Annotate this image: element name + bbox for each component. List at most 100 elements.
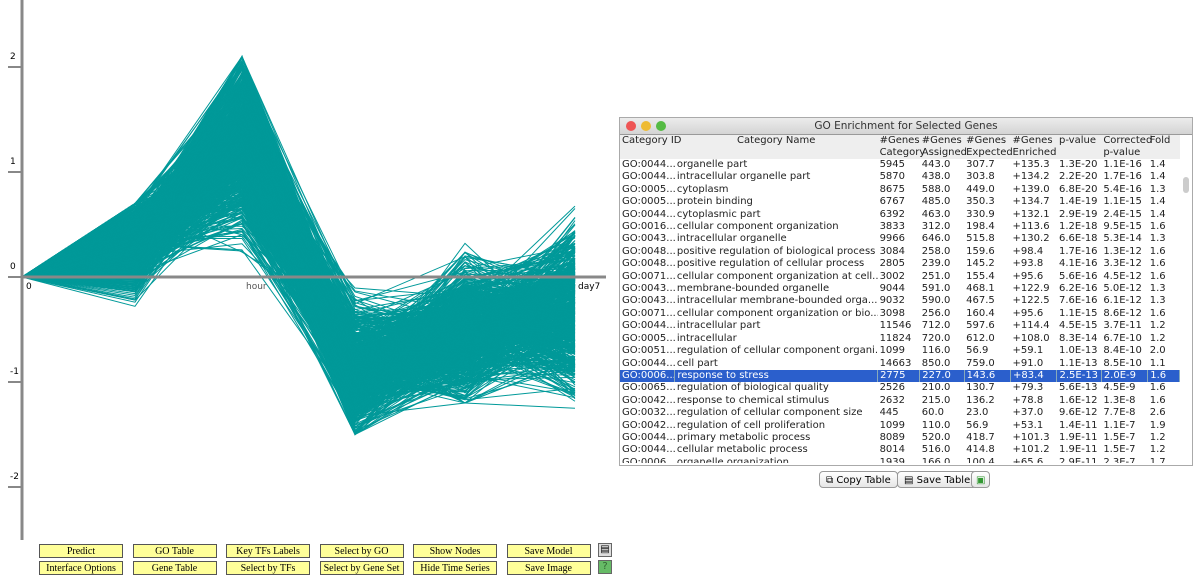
table-cell: 414.8	[966, 444, 995, 456]
scrollbar[interactable]	[1183, 177, 1189, 193]
column-header[interactable]: p-value	[1101, 147, 1148, 159]
column-header[interactable]: Expected	[964, 147, 1013, 159]
table-row[interactable]: GO:0044... intracellular part 11546 712.0 59…	[620, 320, 1180, 332]
minimize-icon[interactable]	[641, 121, 651, 131]
close-icon[interactable]	[626, 121, 636, 131]
table-cell: 515.8	[966, 233, 995, 245]
save-icon[interactable]: ▤	[598, 543, 612, 557]
table-cell: 1.2	[1149, 320, 1166, 332]
table-cell: 215.0	[921, 394, 951, 406]
table-cell: GO:0071...	[622, 270, 675, 282]
table-row[interactable]: GO:0043... intracellular organelle 9966 646…	[620, 233, 1180, 245]
column-header[interactable]	[674, 147, 878, 159]
table-row[interactable]: GO:0042... regulation of cell proliferati…	[620, 420, 1180, 432]
table-row[interactable]: GO:0044... organelle part 5945 443.0 307.7 +1…	[620, 159, 1180, 171]
column-header[interactable]: Enriched	[1010, 147, 1057, 159]
table-cell: 258.0	[921, 245, 951, 257]
table-cell: 3833	[879, 221, 906, 233]
table-cell: GO:0044...	[622, 320, 675, 332]
table-cell: protein binding	[676, 196, 753, 208]
table-cell: 1.9	[1149, 419, 1166, 431]
table-row[interactable]: GO:0005... cytoplasm 8675 588.0 449.0 +139.0 6…	[620, 184, 1180, 196]
column-header[interactable]: Fold	[1147, 135, 1180, 147]
column-header[interactable]: Assigned	[919, 147, 967, 159]
table-cell: 646.0	[921, 233, 951, 245]
help-icon[interactable]: ?	[598, 560, 612, 574]
table-cell: regulation of biological quality	[676, 382, 829, 394]
interface-options-button[interactable]: Interface Options	[39, 561, 123, 575]
table-cell: 256.0	[921, 307, 951, 319]
table-row[interactable]: GO:0044... intracellular organelle part 58…	[620, 171, 1180, 183]
table-row[interactable]: GO:0048... positive regulation of cellula…	[620, 258, 1180, 270]
column-header[interactable]	[620, 147, 675, 159]
table-row[interactable]: GO:0042... response to chemical stimulus 2…	[620, 395, 1180, 407]
table-cell: 307.7	[966, 159, 995, 170]
go-table-button[interactable]: GO Table	[132, 544, 217, 558]
table-cell: +59.1	[1012, 345, 1044, 357]
table-cell: GO:0016...	[622, 221, 675, 233]
table-cell: 1.2E-18	[1058, 221, 1098, 233]
table-cell: +101.3	[1012, 431, 1050, 443]
column-header[interactable]: Corrected	[1101, 135, 1152, 147]
table-cell: intracellular membrane-bounded orga...	[676, 295, 878, 307]
copy-table-button[interactable]: ⧉ Copy Table	[819, 471, 898, 488]
table-cell: intracellular organelle	[676, 233, 787, 245]
zoom-icon[interactable]	[656, 121, 666, 131]
table-row[interactable]: GO:0044... primary metabolic process 8089 5…	[620, 432, 1180, 444]
table-row[interactable]: GO:0043... intracellular membrane-bounded…	[620, 295, 1180, 307]
column-header[interactable]: #Genes	[1010, 135, 1057, 147]
table-row[interactable]: GO:0048... positive regulation of biologi…	[620, 246, 1180, 258]
table-cell: primary metabolic process	[676, 431, 811, 443]
select-by-go-button[interactable]: Select by GO	[319, 544, 404, 558]
table-row[interactable]: GO:0016... cellular component organizatio…	[620, 221, 1180, 233]
title-bar: GO Enrichment for Selected Genes	[620, 118, 1192, 135]
save-model-button[interactable]: Save Model	[506, 544, 591, 558]
table-row[interactable]: GO:0065... regulation of biological quali…	[620, 382, 1180, 394]
show-nodes-button[interactable]: Show Nodes	[413, 544, 497, 558]
column-header[interactable]	[1147, 147, 1180, 159]
table-cell: 4.5E-15	[1058, 320, 1098, 332]
table-cell: 312.0	[921, 221, 951, 233]
table-cell: 8675	[879, 183, 906, 195]
go-table: Category ID Category Name #Genes #Genes #Gen…	[620, 135, 1180, 463]
column-header[interactable]: p-value	[1056, 135, 1102, 147]
table-row[interactable]: GO:0044... cell part 14663 850.0 759.0 +91.0 1…	[620, 358, 1180, 370]
column-header[interactable]: Category	[877, 147, 925, 159]
table-cell: 1.3	[1149, 283, 1166, 295]
table-cell: GO:0044...	[622, 159, 675, 170]
table-row[interactable]: GO:0071... cellular component organizatio…	[620, 271, 1180, 283]
table-cell: 1.4E-11	[1058, 419, 1098, 431]
table-row[interactable]: GO:0005... intracellular 11824 720.0 612.0 +1…	[620, 333, 1180, 345]
table-cell: GO:0044...	[622, 208, 675, 220]
column-header[interactable]: Category ID	[620, 135, 682, 147]
table-cell: 1939	[879, 456, 906, 463]
column-header[interactable]: #Genes	[964, 135, 1011, 147]
table-row[interactable]: GO:0032... regulation of cellular compone…	[620, 407, 1180, 419]
gene-table-button[interactable]: Gene Table	[132, 561, 217, 575]
select-by-tfs-button[interactable]: Select by TFs	[226, 561, 310, 575]
table-cell: +37.0	[1012, 407, 1044, 419]
hide-time-series-button[interactable]: Hide Time Series	[413, 561, 497, 575]
table-cell: +65.6	[1012, 456, 1044, 463]
table-row[interactable]: GO:0005... protein binding 6767 485.0 350.3 +…	[620, 196, 1180, 208]
table-cell: 1.1E-16	[1103, 159, 1142, 170]
predict-button[interactable]: Predict	[39, 544, 123, 558]
table-row[interactable]: GO:0043... membrane-bounded organelle 9044…	[620, 283, 1180, 295]
column-header[interactable]: #Genes	[919, 135, 965, 147]
table-row[interactable]: GO:0006... response to stress 2775 227.0 143…	[620, 369, 1180, 383]
column-header[interactable]: #Genes	[877, 135, 920, 147]
select-by-gene-set-button[interactable]: Select by Gene Set	[319, 561, 404, 575]
key-tfs-labels-button[interactable]: Key TFs Labels	[226, 544, 310, 558]
save-image-button[interactable]: Save Image	[506, 561, 591, 575]
help-button[interactable]: ▣	[971, 471, 991, 488]
table-row[interactable]: GO:0006... organelle organization 1939 166.…	[620, 457, 1180, 463]
table-row[interactable]: GO:0044... cytoplasmic part 6392 463.0 330.9…	[620, 209, 1180, 221]
column-header[interactable]	[1056, 147, 1102, 159]
table-row[interactable]: GO:0071... cellular component organizatio…	[620, 308, 1180, 320]
table-cell: 1.5E-7	[1103, 431, 1136, 443]
table-row[interactable]: GO:0051... regulation of cellular compone…	[620, 345, 1180, 357]
table-row[interactable]: GO:0044... cellular metabolic process 8014…	[620, 444, 1180, 456]
save-table-button[interactable]: ▤ Save Table	[897, 471, 978, 488]
table-cell: +98.4	[1012, 245, 1044, 257]
column-header[interactable]: Category Name	[674, 135, 878, 147]
